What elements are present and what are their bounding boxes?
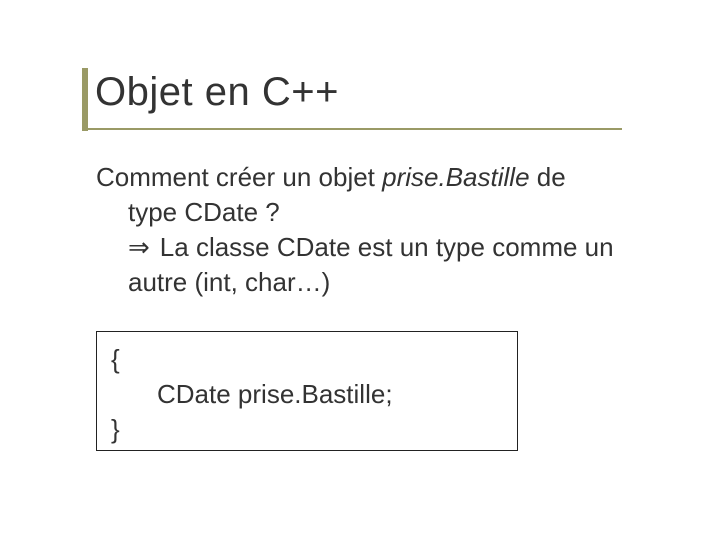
title-accent-bar [82,68,88,131]
body-line-1: Comment créer un objet prise.Bastille de [96,160,641,195]
code-decl-type: CDate [157,379,238,409]
code-decl-semi: ; [385,379,392,409]
body-line-2: type CDate ? [96,195,641,230]
title-underline [82,128,622,130]
slide: Objet en C++ Comment créer un objet pris… [0,0,720,540]
body-line-1b-italic: prise.Bastille [382,162,529,192]
body-line-1a: Comment créer un objet [96,162,382,192]
body-line-4: autre (int, char…) [96,265,641,300]
body-line-1c: de [530,162,566,192]
arrow-icon: ⇒ [128,230,160,265]
slide-title: Objet en C++ [95,70,339,115]
body-arrow-line: ⇒ La classe CDate est un type comme un [96,230,641,265]
code-decl-ident: prise.Bastille [238,379,385,409]
code-close-brace: } [111,412,503,447]
code-box: { CDate prise.Bastille; } [96,331,518,451]
body-line-3: La classe CDate est un type comme un [160,230,641,265]
code-open-brace: { [111,342,503,377]
code-declaration: CDate prise.Bastille; [111,377,503,412]
body-text: Comment créer un objet prise.Bastille de… [96,160,641,300]
